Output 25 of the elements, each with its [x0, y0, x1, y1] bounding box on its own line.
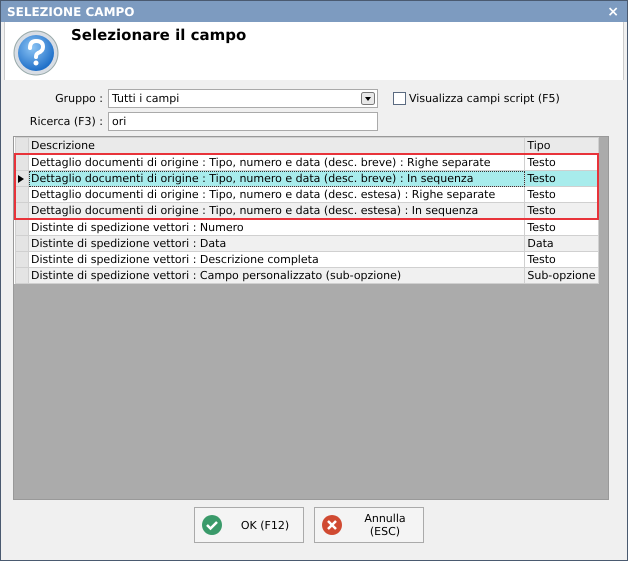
field-label: Gruppo : [54, 92, 103, 105]
table-cell[interactable]: Distinte di spedizione vettori : Data [28, 236, 525, 252]
table-cell[interactable]: Distinte di spedizione vettori : Campo personalizzato (sub-opzione) [28, 268, 525, 284]
table-cell[interactable]: Data [524, 236, 598, 252]
field-label: Ricerca (F3) : [28, 115, 103, 128]
table-cell[interactable]: Sub-opzione [524, 268, 598, 284]
table-cell[interactable]: Testo [524, 170, 598, 186]
close-icon [321, 514, 343, 536]
dialog-heading: Selezionare il campo [71, 26, 246, 46]
checkbox-label: Visualizza campi script (F5) [409, 92, 560, 105]
column-header: Descrizione [28, 138, 525, 154]
window-title: SELEZIONE CAMPO [7, 4, 134, 18]
table-cell[interactable]: Testo [524, 202, 598, 219]
group-dropdown[interactable]: Tutti i campi [108, 89, 378, 108]
checkbox[interactable] [393, 92, 406, 105]
table-cell[interactable]: Dettaglio documenti di origine : Tipo, numero e data (desc. breve) : In sequenza [28, 170, 525, 186]
ok-button[interactable]: OK (F12) [194, 507, 304, 543]
search-field[interactable]: ori [108, 112, 378, 131]
row-pointer-icon [18, 174, 24, 182]
checkmark-icon [201, 514, 223, 536]
column-header: Tipo [524, 138, 598, 154]
help-icon [13, 30, 59, 76]
cancel-button[interactable]: Annulla (ESC) [314, 507, 424, 543]
dropdown-caret-icon[interactable] [361, 92, 375, 105]
table-cell[interactable]: Dettaglio documenti di origine : Tipo, numero e data (desc. estesa) : In sequenza [28, 202, 525, 219]
